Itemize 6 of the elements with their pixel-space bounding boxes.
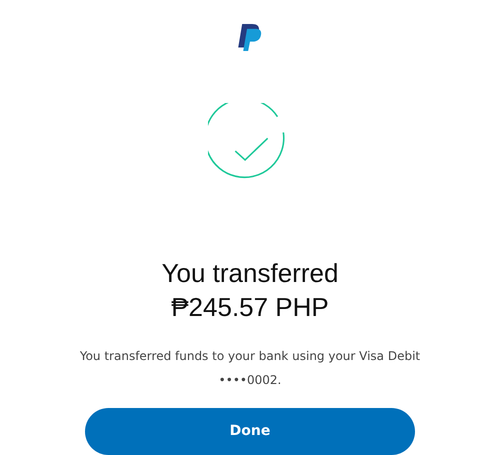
message: You transferred funds to your bank using your Visa Debit	[80, 348, 420, 365]
card-number: ••••0002.	[218, 372, 282, 389]
amount: ₱245.57 PHP	[171, 290, 329, 324]
done-button[interactable]: Done	[85, 408, 415, 455]
title: You transferred	[162, 256, 338, 290]
logo-icon	[237, 24, 263, 52]
